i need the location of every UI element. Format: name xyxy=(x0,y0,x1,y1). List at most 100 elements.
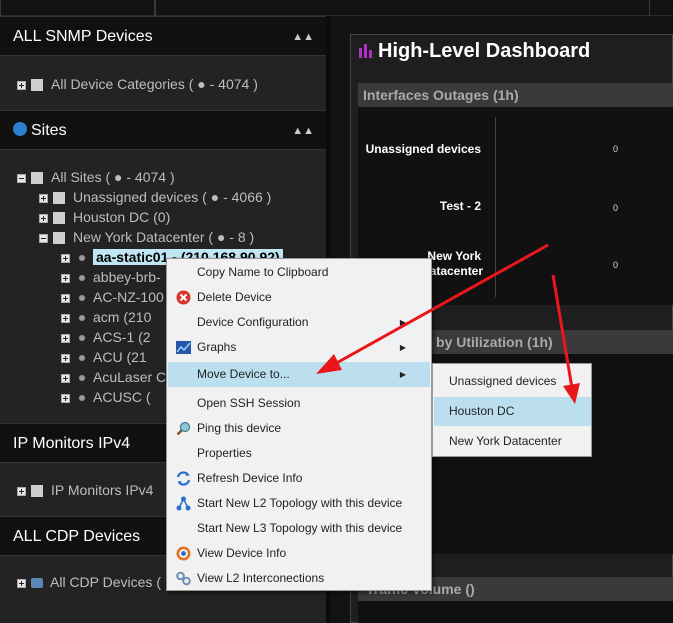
checkbox-icon[interactable] xyxy=(53,192,65,205)
tree-item-unassigned[interactable]: Unassigned devices ( ● - 4066 ) xyxy=(39,187,271,207)
expand-icon[interactable] xyxy=(61,253,70,263)
expand-icon[interactable] xyxy=(61,333,70,343)
menu-item-move-device[interactable]: Move Device to... ▶ xyxy=(168,362,430,387)
tree-item-ip-monitors[interactable]: IP Monitors IPv4 xyxy=(17,480,153,500)
toolbar-tab[interactable] xyxy=(155,0,650,16)
tree-item-device[interactable]: abbey-brb- xyxy=(61,267,161,287)
menu-item-label: View Device Info xyxy=(197,546,287,560)
menu-item-open-ssh[interactable]: Open SSH Session xyxy=(168,391,430,416)
status-dot-icon xyxy=(79,315,85,322)
checkbox-icon[interactable] xyxy=(31,485,43,498)
status-dot-icon xyxy=(79,335,85,342)
submenu-item-label: Houston DC xyxy=(449,404,515,418)
status-dot-icon xyxy=(79,355,85,362)
tree-item-label: All CDP Devices ( xyxy=(50,574,161,590)
topology-icon xyxy=(176,496,191,511)
expand-icon[interactable] xyxy=(61,273,70,283)
link-icon xyxy=(176,571,191,586)
dashboard-title: High-Level Dashboard xyxy=(358,40,590,63)
checkbox-icon[interactable] xyxy=(31,172,43,185)
tree-item-label: AcuLaser C xyxy=(93,369,167,385)
submenu-item-houston-dc[interactable]: Houston DC xyxy=(434,397,591,426)
expand-icon[interactable] xyxy=(17,80,26,90)
expand-icon[interactable] xyxy=(61,373,70,383)
menu-item-label: Ping this device xyxy=(197,421,282,435)
panel-title: IP Monitors IPv4 xyxy=(13,435,131,452)
tree-item-device-categories[interactable]: All Device Categories ( ● - 4074 ) xyxy=(17,74,258,94)
menu-item-start-l2-topology[interactable]: Start New L2 Topology with this device xyxy=(168,491,430,516)
widget-body-traffic xyxy=(358,601,673,623)
expand-icon[interactable] xyxy=(61,293,70,303)
status-dot-icon xyxy=(79,255,85,262)
panel-body-snmp: All Device Categories ( ● - 4074 ) xyxy=(0,56,326,112)
info-icon xyxy=(176,546,191,561)
menu-item-refresh-device-info[interactable]: Refresh Device Info xyxy=(168,466,430,491)
expand-icon[interactable] xyxy=(39,213,48,223)
checkbox-icon[interactable] xyxy=(53,212,65,225)
bar-chart-icon xyxy=(359,44,372,58)
tree-item-label: AC-NZ-100 xyxy=(93,289,164,305)
expand-icon[interactable] xyxy=(61,393,70,403)
network-icon xyxy=(31,578,43,589)
collapse-icon[interactable]: ▲▲ xyxy=(292,111,314,151)
tree-item-device[interactable]: ACU (21 xyxy=(61,347,147,367)
tree-item-label: Unassigned devices ( ● - 4066 ) xyxy=(73,189,272,205)
collapse-tree-icon[interactable] xyxy=(39,233,48,243)
status-dot-icon xyxy=(79,275,85,282)
tree-item-device[interactable]: ACS-1 (2 xyxy=(61,327,151,347)
tree-item-all-sites[interactable]: All Sites ( ● - 4074 ) xyxy=(17,167,175,187)
menu-item-properties[interactable]: Properties xyxy=(168,441,430,466)
expand-icon[interactable] xyxy=(17,578,26,588)
menu-item-label: Copy Name to Clipboard xyxy=(197,265,329,279)
submenu-item-label: Unassigned devices xyxy=(449,374,557,388)
ping-icon xyxy=(176,421,191,436)
checkbox-icon[interactable] xyxy=(31,79,43,92)
submenu-arrow-icon: ▶ xyxy=(399,343,406,352)
menu-item-label: View L2 Interconections xyxy=(197,571,325,585)
toolbar-tab[interactable] xyxy=(0,0,155,16)
submenu-item-new-york[interactable]: New York Datacenter xyxy=(434,427,591,456)
checkbox-icon[interactable] xyxy=(53,232,65,245)
menu-item-ping[interactable]: Ping this device xyxy=(168,416,430,441)
menu-item-view-device-info[interactable]: View Device Info xyxy=(168,541,430,566)
menu-item-start-l3-topology[interactable]: Start New L3 Topology with this device xyxy=(168,516,430,541)
tree-item-device[interactable]: ACUSC ( xyxy=(61,387,151,407)
menu-item-device-configuration[interactable]: Device Configuration ▶ xyxy=(168,310,430,335)
top-toolbar xyxy=(0,0,673,16)
status-dot-icon xyxy=(79,395,85,402)
menu-item-graphs[interactable]: Graphs ▶ xyxy=(168,335,430,360)
tree-item-label: abbey-brb- xyxy=(93,269,161,285)
axis-line xyxy=(495,117,496,297)
submenu-item-unassigned[interactable]: Unassigned devices xyxy=(434,367,591,396)
tree-item-label: IP Monitors IPv4 xyxy=(51,482,154,498)
expand-icon[interactable] xyxy=(61,313,70,323)
menu-item-delete-device[interactable]: Delete Device xyxy=(168,285,430,310)
move-device-submenu: Unassigned devices Houston DC New York D… xyxy=(432,363,592,457)
menu-item-copy-name[interactable]: Copy Name to Clipboard xyxy=(168,260,430,285)
widget-title: Interfaces Outages (1h) xyxy=(363,87,519,103)
tree-item-cdp-devices[interactable]: All CDP Devices ( xyxy=(17,572,161,592)
delete-icon xyxy=(176,290,191,305)
panel-header-sites[interactable]: Sites ▲▲ xyxy=(0,110,326,150)
outage-row-value: 0 xyxy=(613,260,619,270)
collapse-tree-icon[interactable] xyxy=(17,173,26,183)
tree-item-label: New York Datacenter ( ● - 8 ) xyxy=(73,229,255,245)
tree-item-device[interactable]: AcuLaser C xyxy=(61,367,166,387)
widget-header-outages[interactable]: Interfaces Outages (1h) xyxy=(358,83,673,107)
menu-item-label: Start New L2 Topology with this device xyxy=(197,496,403,510)
tree-item-houston[interactable]: Houston DC (0) xyxy=(39,207,170,227)
expand-icon[interactable] xyxy=(17,486,26,496)
panel-header-snmp[interactable]: ALL SNMP Devices ▲▲ xyxy=(0,16,326,56)
submenu-item-label: New York Datacenter xyxy=(449,434,562,448)
tree-item-device[interactable]: acm (210 xyxy=(61,307,151,327)
tree-item-label: Houston DC (0) xyxy=(73,209,171,225)
menu-item-view-l2-interconnections[interactable]: View L2 Interconections xyxy=(168,566,430,591)
tree-item-device[interactable]: AC-NZ-100 xyxy=(61,287,164,307)
expand-icon[interactable] xyxy=(39,193,48,203)
collapse-icon[interactable]: ▲▲ xyxy=(292,17,314,57)
graph-icon xyxy=(176,341,191,354)
tree-item-new-york[interactable]: New York Datacenter ( ● - 8 ) xyxy=(39,227,254,247)
status-dot-icon xyxy=(79,295,85,302)
expand-icon[interactable] xyxy=(61,353,70,363)
submenu-arrow-icon: ▶ xyxy=(399,370,406,379)
